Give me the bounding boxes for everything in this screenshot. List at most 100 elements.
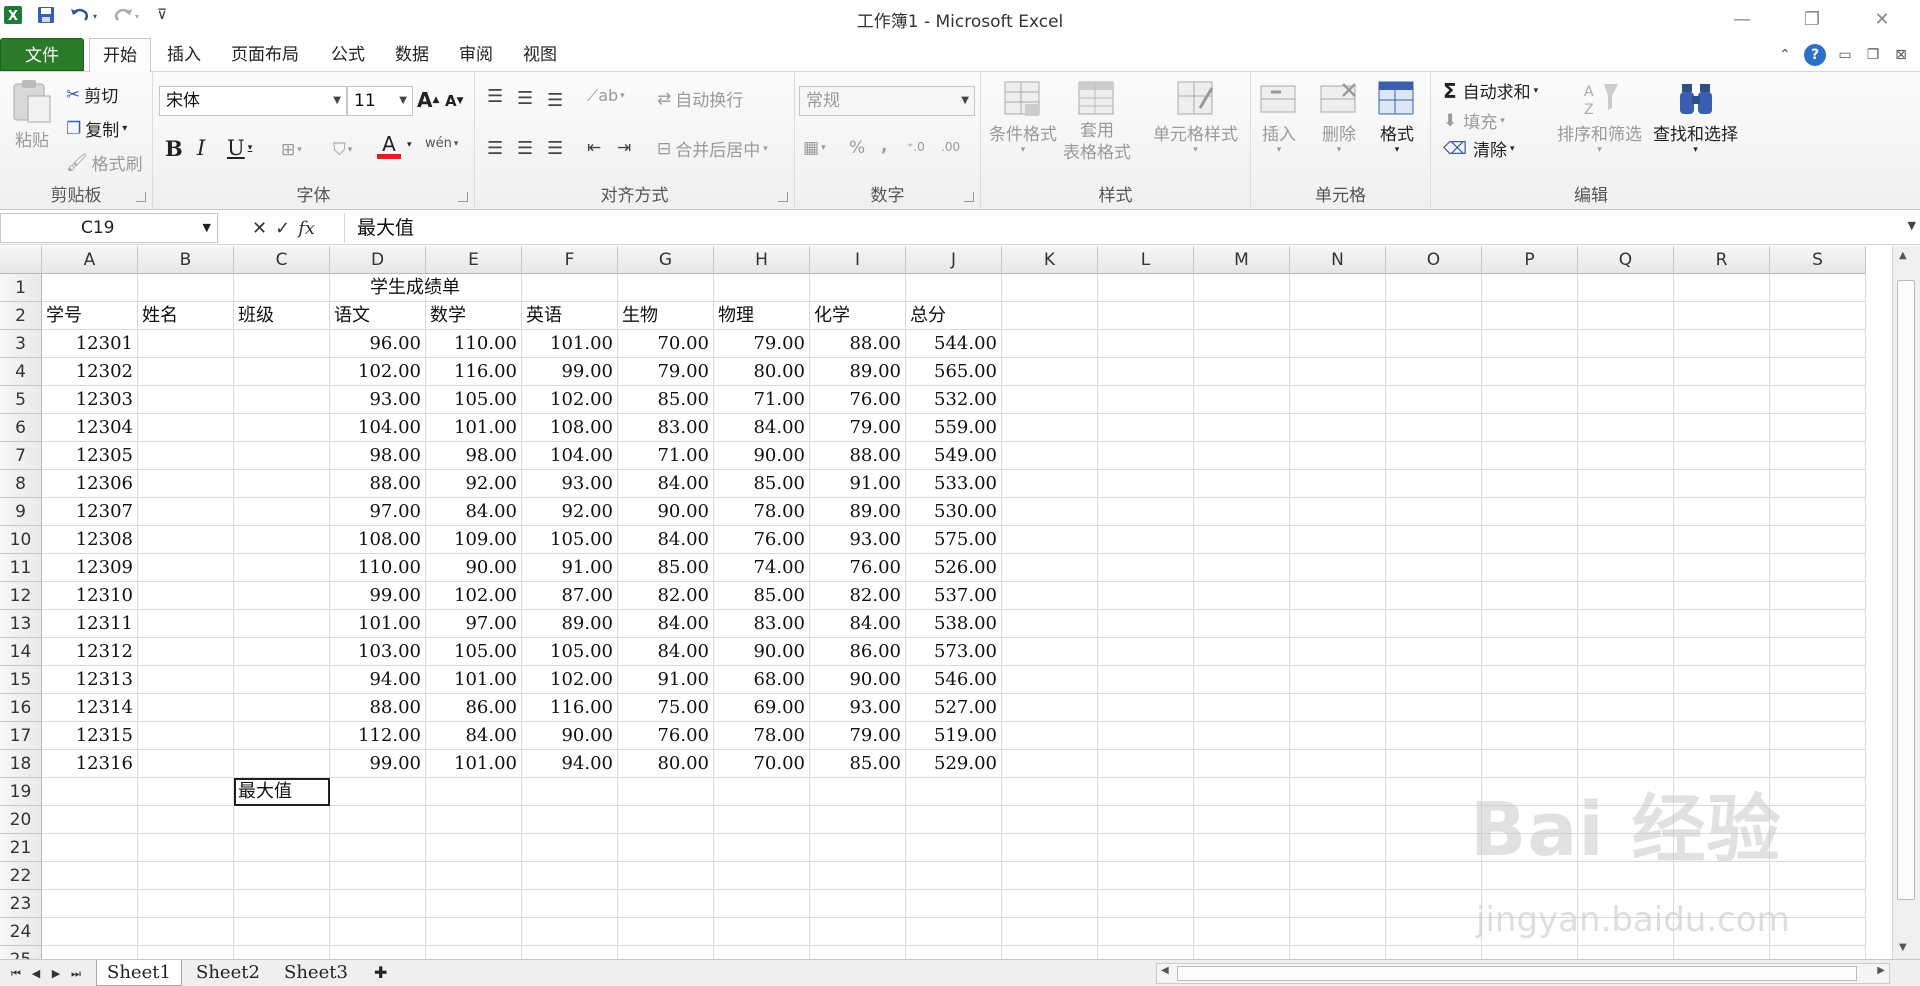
align-top-button[interactable]: ☰: [487, 86, 503, 107]
data-cell[interactable]: [1098, 498, 1194, 526]
data-cell[interactable]: [1482, 358, 1578, 386]
data-cell[interactable]: 86.00: [810, 638, 906, 666]
data-cell[interactable]: [1290, 526, 1386, 554]
sheet-tab-sheet1[interactable]: Sheet1: [96, 960, 182, 986]
data-cell[interactable]: 549.00: [906, 442, 1002, 470]
data-cell[interactable]: [1386, 358, 1482, 386]
header-cell[interactable]: [1578, 302, 1674, 330]
data-cell[interactable]: 12307: [42, 498, 138, 526]
row-header[interactable]: 9: [0, 498, 42, 526]
row-header[interactable]: 21: [0, 834, 42, 862]
cell[interactable]: [1002, 806, 1098, 834]
header-cell[interactable]: [1386, 302, 1482, 330]
tab-home[interactable]: 开始: [89, 38, 151, 73]
data-cell[interactable]: [1002, 414, 1098, 442]
data-cell[interactable]: 84.00: [426, 498, 522, 526]
data-cell[interactable]: [234, 610, 330, 638]
data-cell[interactable]: [1194, 666, 1290, 694]
cell[interactable]: [138, 946, 234, 959]
data-cell[interactable]: 85.00: [714, 470, 810, 498]
cell[interactable]: [1674, 274, 1770, 302]
cell[interactable]: [714, 946, 810, 959]
data-cell[interactable]: 99.00: [522, 358, 618, 386]
data-cell[interactable]: 105.00: [522, 638, 618, 666]
cell[interactable]: [1290, 918, 1386, 946]
cell[interactable]: [906, 946, 1002, 959]
data-cell[interactable]: [138, 638, 234, 666]
column-header[interactable]: E: [426, 246, 522, 274]
format-cells-button[interactable]: 格式 ▾: [1375, 78, 1419, 155]
header-cell[interactable]: [1098, 302, 1194, 330]
insert-function-icon[interactable]: fx: [298, 218, 315, 239]
cancel-entry-icon[interactable]: ✕: [252, 218, 267, 239]
cell[interactable]: [522, 274, 618, 302]
data-cell[interactable]: 94.00: [522, 750, 618, 778]
cell[interactable]: [1194, 778, 1290, 806]
data-cell[interactable]: 84.00: [714, 414, 810, 442]
data-cell[interactable]: [1098, 330, 1194, 358]
row-header[interactable]: 5: [0, 386, 42, 414]
data-cell[interactable]: [1674, 330, 1770, 358]
new-sheet-icon[interactable]: ✚: [364, 960, 397, 986]
data-cell[interactable]: [138, 470, 234, 498]
data-cell[interactable]: 116.00: [522, 694, 618, 722]
cell[interactable]: [618, 806, 714, 834]
header-cell[interactable]: [1002, 302, 1098, 330]
data-cell[interactable]: 12311: [42, 610, 138, 638]
data-cell[interactable]: [234, 526, 330, 554]
data-cell[interactable]: [1002, 526, 1098, 554]
data-cell[interactable]: 99.00: [330, 750, 426, 778]
horizontal-scroll-thumb[interactable]: [1177, 966, 1857, 981]
grow-font-button[interactable]: A ▲: [417, 88, 439, 112]
cell[interactable]: [1290, 946, 1386, 959]
data-cell[interactable]: [1578, 442, 1674, 470]
scroll-down-icon[interactable]: ▼: [1899, 942, 1907, 953]
increase-indent-button[interactable]: ⇥: [617, 138, 631, 158]
data-cell[interactable]: [138, 610, 234, 638]
data-cell[interactable]: 84.00: [618, 610, 714, 638]
cell[interactable]: [522, 918, 618, 946]
data-cell[interactable]: 88.00: [810, 442, 906, 470]
data-cell[interactable]: [1098, 722, 1194, 750]
row-header[interactable]: 10: [0, 526, 42, 554]
format-as-table-button[interactable]: 套用 表格格式: [1063, 78, 1131, 164]
data-cell[interactable]: [1770, 330, 1866, 358]
merge-center-button[interactable]: ⊟ 合并后居中 ▾: [657, 136, 768, 162]
data-cell[interactable]: 573.00: [906, 638, 1002, 666]
data-cell[interactable]: 84.00: [618, 638, 714, 666]
data-cell[interactable]: [1290, 554, 1386, 582]
data-cell[interactable]: [138, 498, 234, 526]
data-cell[interactable]: 80.00: [714, 358, 810, 386]
data-cell[interactable]: [1482, 638, 1578, 666]
data-cell[interactable]: 109.00: [426, 526, 522, 554]
percent-button[interactable]: %: [849, 138, 865, 158]
data-cell[interactable]: [1674, 526, 1770, 554]
data-cell[interactable]: [1290, 386, 1386, 414]
data-cell[interactable]: [1002, 666, 1098, 694]
header-cell[interactable]: [1290, 302, 1386, 330]
data-cell[interactable]: [1002, 358, 1098, 386]
data-cell[interactable]: [1290, 694, 1386, 722]
cell[interactable]: [1770, 274, 1866, 302]
cell[interactable]: [234, 806, 330, 834]
last-sheet-icon[interactable]: ⏭: [66, 964, 86, 984]
data-cell[interactable]: [234, 666, 330, 694]
data-cell[interactable]: [1290, 750, 1386, 778]
column-header[interactable]: K: [1002, 246, 1098, 274]
data-cell[interactable]: [1098, 582, 1194, 610]
data-cell[interactable]: [1578, 554, 1674, 582]
data-cell[interactable]: 85.00: [810, 750, 906, 778]
data-cell[interactable]: 12303: [42, 386, 138, 414]
data-cell[interactable]: [1098, 470, 1194, 498]
cell[interactable]: [1098, 890, 1194, 918]
cell[interactable]: [1002, 890, 1098, 918]
data-cell[interactable]: [1194, 610, 1290, 638]
cell[interactable]: [330, 918, 426, 946]
doc-close-icon[interactable]: ⊠: [1890, 44, 1912, 66]
data-cell[interactable]: 110.00: [426, 330, 522, 358]
data-cell[interactable]: [1194, 582, 1290, 610]
cell[interactable]: [330, 806, 426, 834]
cell[interactable]: [138, 862, 234, 890]
data-cell[interactable]: [1098, 750, 1194, 778]
data-cell[interactable]: 86.00: [426, 694, 522, 722]
